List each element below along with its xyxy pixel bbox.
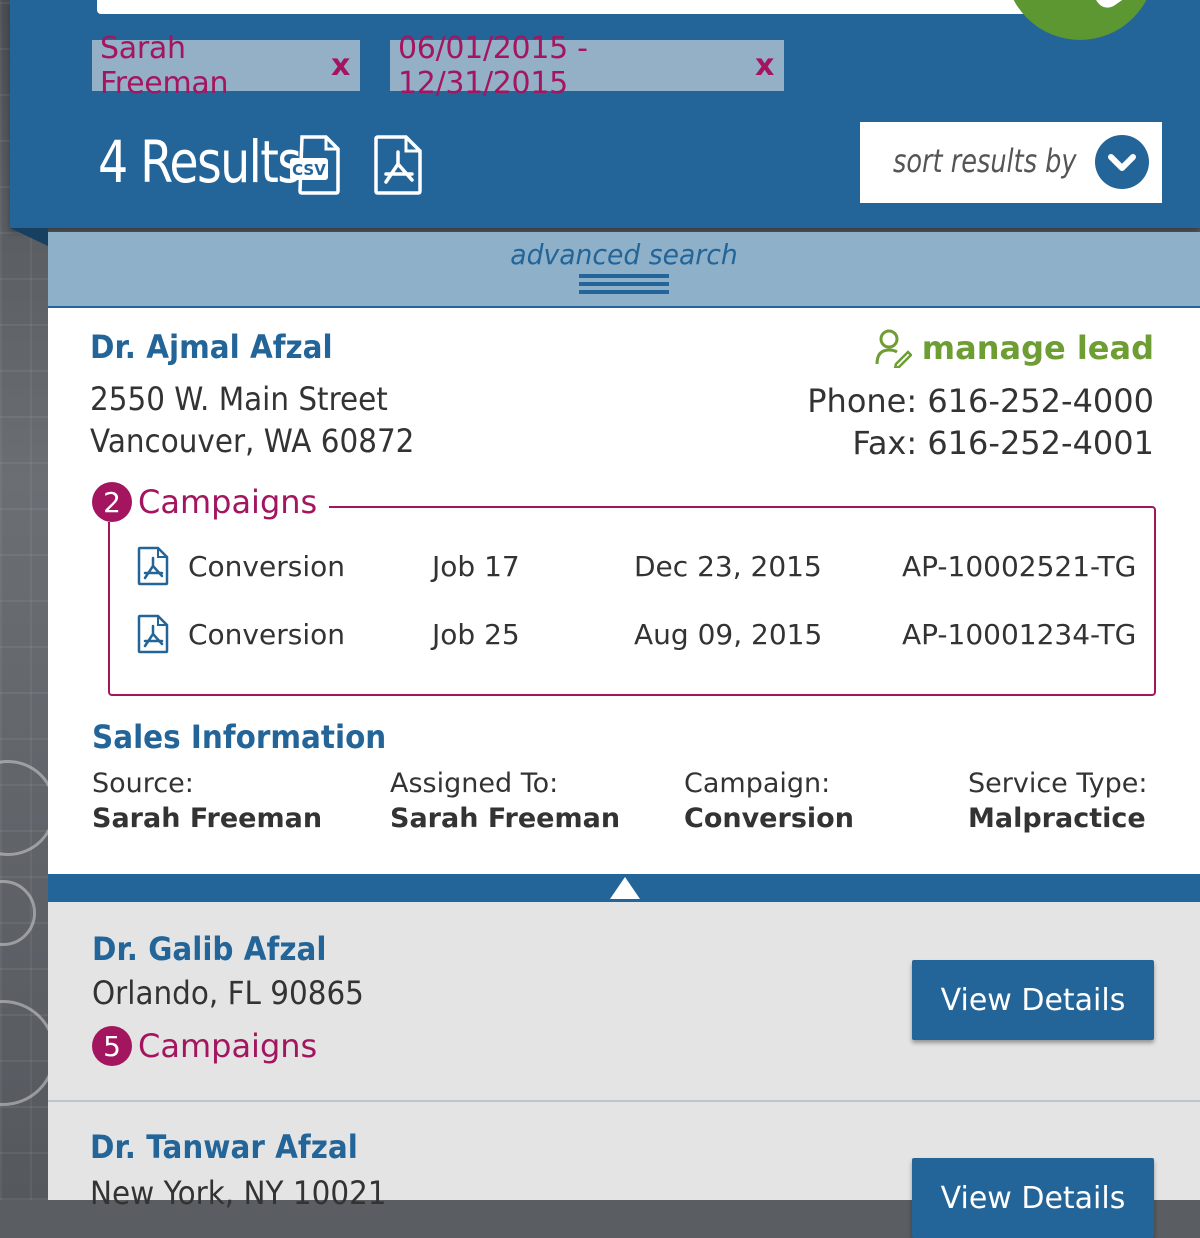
sales-field-key: Campaign: (684, 768, 831, 799)
filter-chip-user[interactable]: Sarah Freeman x (92, 31, 360, 101)
remove-filter-icon[interactable]: x (331, 48, 350, 83)
collapse-card-bar[interactable] (48, 874, 1200, 902)
search-icon (1095, 0, 1133, 13)
campaigns-list: Conversion Job 17 Dec 23, 2015 AP-100025… (108, 506, 1156, 696)
advanced-search-toggle[interactable]: advanced search (48, 232, 1200, 308)
lead-fax: Fax: 616-252-4001 (852, 424, 1154, 462)
results-count: 4 Results (98, 128, 302, 196)
collapse-arrow-icon (610, 877, 640, 899)
campaign-date: Aug 09, 2015 (634, 618, 823, 651)
campaign-type: Conversion (188, 550, 345, 583)
manage-lead-label: manage lead (921, 329, 1154, 367)
sales-field-key: Source: (92, 768, 194, 799)
lead-name[interactable]: Dr. Ajmal Afzal (90, 328, 333, 366)
sales-field-assigned: Assigned To: Sarah Freeman (390, 768, 620, 834)
campaign-count-badge: 2 (92, 482, 132, 522)
sales-field-value: Sarah Freeman (92, 803, 323, 834)
sort-placeholder: sort results by (893, 142, 1077, 180)
sales-field-value: Malpractice (968, 803, 1146, 834)
campaign-id: AP-10002521-TG (902, 550, 1137, 583)
address-line-2: Vancouver, WA 60872 (90, 422, 415, 460)
lead-phone: Phone: 616-252-4000 (807, 382, 1154, 420)
lead-address: 2550 W. Main Street Vancouver, WA 60872 (90, 378, 414, 462)
campaign-date: Dec 23, 2015 (634, 550, 822, 583)
advanced-search-label: advanced search (510, 238, 738, 271)
user-edit-icon (875, 329, 912, 368)
sales-field-key: Assigned To: (390, 768, 559, 799)
svg-text:CSV: CSV (292, 161, 326, 179)
campaign-id: AP-10001234-TG (902, 618, 1137, 651)
pdf-file-icon[interactable] (372, 134, 426, 196)
campaign-job: Job 17 (432, 550, 520, 583)
sales-field-source: Source: Sarah Freeman (92, 768, 322, 834)
sales-field-value: Sarah Freeman (390, 803, 621, 834)
remove-filter-icon[interactable]: x (755, 48, 774, 83)
campaign-job: Job 25 (432, 618, 520, 651)
search-input[interactable] (97, 0, 1037, 14)
filter-chip-label: Sarah Freeman (100, 30, 229, 101)
lead-name[interactable]: Dr. Tanwar Afzal (90, 1128, 358, 1166)
lead-address: Orlando, FL 90865 (92, 974, 364, 1012)
lead-card-collapsed: Dr. Galib Afzal Orlando, FL 90865 5 Camp… (48, 902, 1200, 1102)
view-details-button[interactable]: View Details (912, 960, 1154, 1040)
lead-contact: Phone: 616-252-4000 Fax: 616-252-4001 (807, 380, 1154, 464)
view-details-button[interactable]: View Details (912, 1158, 1154, 1238)
sales-info-title: Sales Information (92, 718, 387, 756)
campaigns-header[interactable]: 2 Campaigns (92, 482, 330, 522)
lead-card-collapsed: Dr. Tanwar Afzal New York, NY 10021 View… (48, 1102, 1200, 1238)
campaign-row[interactable]: Conversion Job 17 Dec 23, 2015 AP-100025… (136, 542, 1136, 592)
pdf-file-icon[interactable] (136, 614, 170, 654)
search-button[interactable] (1005, 0, 1155, 40)
campaign-row[interactable]: Conversion Job 25 Aug 09, 2015 AP-100012… (136, 610, 1136, 660)
sales-field-value: Conversion (684, 803, 854, 834)
campaign-type: Conversion (188, 618, 345, 651)
address-line-1: 2550 W. Main Street (90, 380, 388, 418)
manage-lead-link[interactable]: manage lead (874, 328, 1154, 368)
filter-chip-label: 06/01/2015 - 12/31/2015 (398, 30, 588, 101)
csv-file-icon[interactable]: CSV (288, 134, 342, 196)
menu-lines-icon (579, 274, 669, 298)
pdf-file-icon[interactable] (136, 546, 170, 586)
sales-field-campaign: Campaign: Conversion (684, 768, 854, 834)
lead-name[interactable]: Dr. Galib Afzal (92, 930, 326, 968)
campaign-count-badge: 5 (92, 1026, 132, 1066)
sales-field-key: Service Type: (968, 768, 1148, 799)
results-header: Sarah Freeman x 06/01/2015 - 12/31/2015 … (10, 0, 1200, 228)
campaigns-header[interactable]: 5 Campaigns (92, 1026, 317, 1066)
campaigns-label: Campaigns (138, 483, 318, 521)
chevron-down-icon[interactable] (1095, 135, 1149, 189)
campaigns-label: Campaigns (138, 1027, 318, 1065)
filter-chip-date-range[interactable]: 06/01/2015 - 12/31/2015 x (390, 31, 784, 101)
header-fold (10, 228, 48, 246)
sort-dropdown[interactable]: sort results by (860, 122, 1162, 203)
lead-address: New York, NY 10021 (90, 1174, 387, 1212)
sales-field-service-type: Service Type: Malpractice (968, 768, 1147, 834)
lead-card-expanded: Dr. Ajmal Afzal 2550 W. Main Street Vanc… (48, 308, 1200, 874)
